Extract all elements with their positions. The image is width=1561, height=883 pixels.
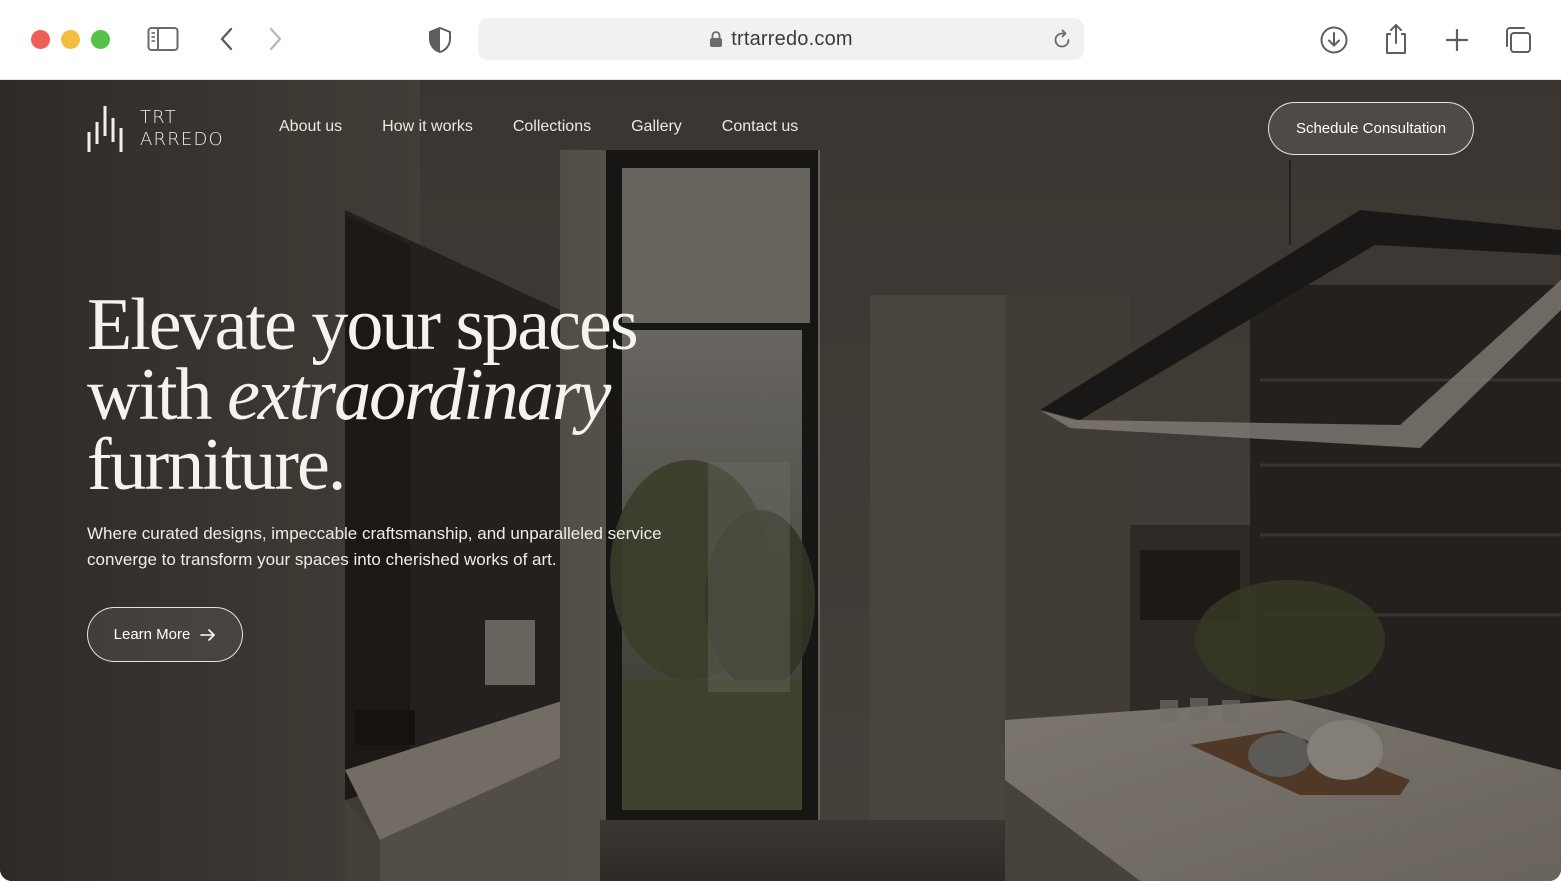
browser-toolbar: trtarredo.com: [0, 0, 1561, 80]
nav-link-collections[interactable]: Collections: [513, 118, 591, 136]
lock-icon: [709, 30, 723, 48]
arrow-right-icon: [200, 628, 216, 641]
new-tab-icon[interactable]: [1444, 27, 1470, 53]
main-navigation: About us How it works Collections Galler…: [279, 118, 838, 136]
site-logo[interactable]: TRT ARREDO: [86, 104, 224, 154]
headline-line-3: furniture.: [87, 424, 346, 506]
sidebar-icon[interactable]: [147, 26, 179, 52]
nav-link-gallery[interactable]: Gallery: [631, 118, 682, 136]
nav-link-contact-us[interactable]: Contact us: [722, 118, 798, 136]
logo-wordmark: TRT ARREDO: [140, 107, 224, 151]
maximize-window-button[interactable]: [91, 30, 110, 49]
headline-line-1: Elevate your spaces: [87, 284, 639, 366]
hero-headline: Elevate your spaces with extraordinary f…: [87, 284, 707, 506]
logo-line-2: ARREDO: [140, 129, 224, 150]
shield-icon[interactable]: [428, 26, 452, 54]
address-bar[interactable]: trtarredo.com: [478, 18, 1084, 60]
tabs-overview-icon[interactable]: [1503, 25, 1533, 55]
logo-mark-icon: [87, 106, 123, 152]
nav-link-about-us[interactable]: About us: [279, 118, 342, 136]
share-icon[interactable]: [1382, 22, 1410, 56]
minimize-window-button[interactable]: [61, 30, 80, 49]
forward-icon[interactable]: [264, 26, 286, 52]
download-icon[interactable]: [1319, 25, 1349, 55]
logo-line-1: TRT: [140, 107, 177, 128]
learn-more-button[interactable]: Learn More: [87, 607, 243, 662]
back-icon[interactable]: [216, 26, 238, 52]
learn-more-label: Learn More: [113, 626, 191, 643]
hero-subtext: Where curated designs, impeccable crafts…: [87, 524, 662, 569]
url-text: trtarredo.com: [731, 27, 853, 50]
reload-icon[interactable]: [1052, 28, 1072, 55]
nav-link-how-it-works[interactable]: How it works: [382, 118, 473, 136]
schedule-consultation-button[interactable]: Schedule Consultation: [1268, 102, 1474, 155]
headline-line-2: with extraordinary: [87, 358, 707, 432]
close-window-button[interactable]: [31, 30, 50, 49]
hero-section: TRT ARREDO About us How it works Collect…: [0, 80, 1561, 881]
